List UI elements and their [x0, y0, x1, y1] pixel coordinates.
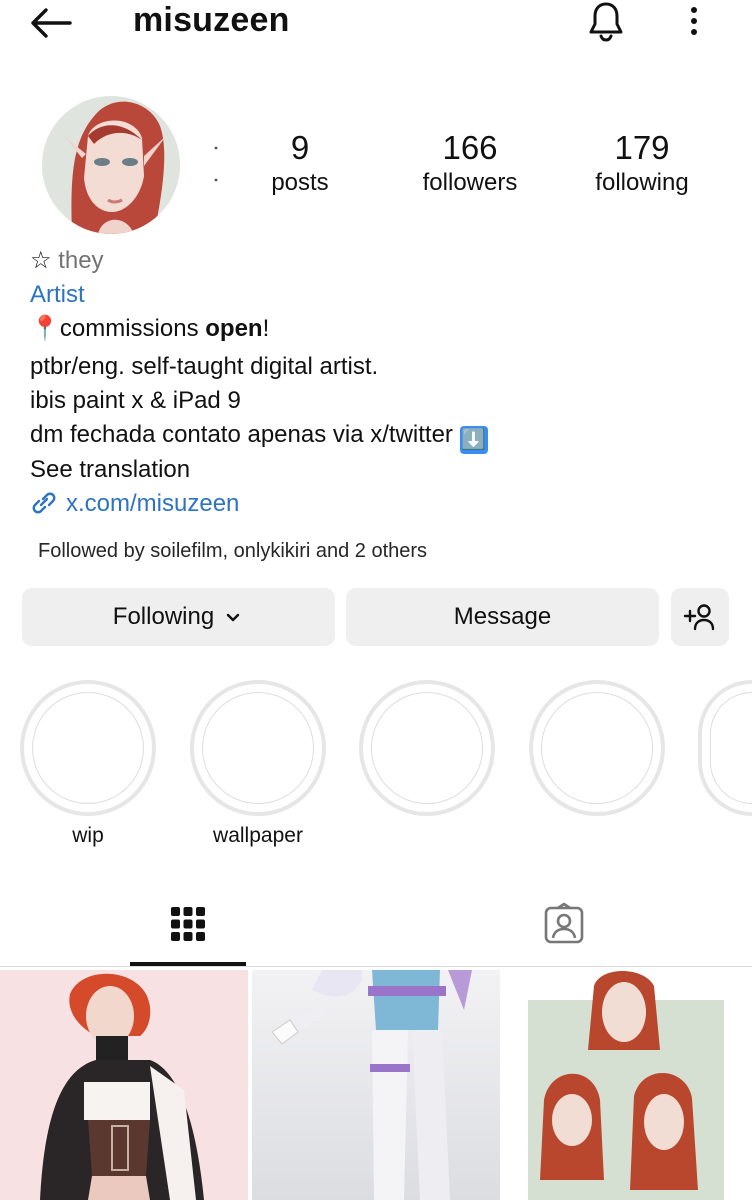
story-highlight-wallpaper[interactable] — [190, 680, 326, 816]
highlight-label: wip — [72, 824, 104, 847]
tab-divider — [0, 966, 752, 967]
story-highlight-4[interactable] — [529, 680, 665, 816]
bio-text: dm fechada contato apenas via x/twitter — [30, 421, 453, 448]
profile-avatar[interactable] — [42, 96, 180, 234]
bio-line-commissions: 📍commissions open! — [30, 312, 269, 346]
star-icon: ☆ — [30, 247, 52, 274]
following-count: 179 — [614, 129, 670, 166]
profile-username: misuzeen — [133, 1, 290, 39]
chevron-down-icon — [226, 613, 240, 622]
profile-category: Artist — [30, 281, 85, 308]
bio-line-tools: ibis paint x & iPad 9 — [30, 387, 241, 414]
link-text: x.com/misuzeen — [66, 490, 240, 517]
highlight-label: wallpaper — [213, 824, 303, 847]
post-thumbnail-1[interactable] — [0, 970, 248, 1200]
story-highlight-wip[interactable] — [20, 680, 156, 816]
followed-by-text[interactable]: Followed by soilefilm, onlykikiri and 2 … — [38, 536, 427, 566]
grid-icon[interactable] — [168, 904, 208, 944]
post-thumbnail-3[interactable] — [504, 970, 752, 1200]
pin-icon: 📍 — [30, 315, 60, 342]
following-button[interactable]: Following — [22, 588, 335, 646]
pronouns: ☆ they — [30, 244, 104, 278]
bell-icon[interactable] — [584, 0, 628, 44]
posts-stat[interactable]: 9 posts — [230, 128, 370, 198]
followers-count: 166 — [442, 129, 498, 166]
more-options-icon[interactable] — [680, 4, 708, 38]
bio-line-artist: ptbr/eng. self-taught digital artist. — [30, 353, 379, 380]
story-highlight-3[interactable] — [359, 680, 495, 816]
following-label: following — [595, 169, 689, 196]
suggested-users-button[interactable] — [671, 588, 729, 646]
following-button-label: Following — [112, 603, 215, 630]
followers-stat[interactable]: 166 followers — [400, 128, 540, 198]
tagged-person-icon[interactable] — [542, 902, 586, 946]
message-button-label: Message — [453, 603, 552, 630]
posts-count: 9 — [290, 129, 310, 166]
avatar-divider-dots — [212, 142, 220, 186]
add-person-icon — [683, 604, 715, 631]
pronouns-text: they — [58, 247, 104, 274]
bio-text: commissions — [59, 315, 206, 342]
bio-text: ! — [262, 315, 270, 342]
bio-line-contact: dm fechada contato apenas via x/twitter … — [30, 418, 488, 454]
following-stat[interactable]: 179 following — [572, 128, 712, 198]
post-thumbnail-2[interactable] — [252, 970, 500, 1200]
followers-label: followers — [422, 169, 518, 196]
profile-link[interactable]: x.com/misuzeen — [30, 487, 239, 521]
bio-bold-text: open — [205, 315, 263, 342]
posts-label: posts — [271, 169, 329, 196]
message-button[interactable]: Message — [346, 588, 659, 646]
down-arrow-emoji-icon: ⬇️ — [459, 426, 488, 454]
see-translation-link[interactable]: See translation — [30, 453, 190, 487]
story-highlight-5[interactable] — [698, 680, 752, 816]
back-arrow-icon[interactable] — [28, 6, 74, 40]
link-icon — [32, 492, 56, 514]
